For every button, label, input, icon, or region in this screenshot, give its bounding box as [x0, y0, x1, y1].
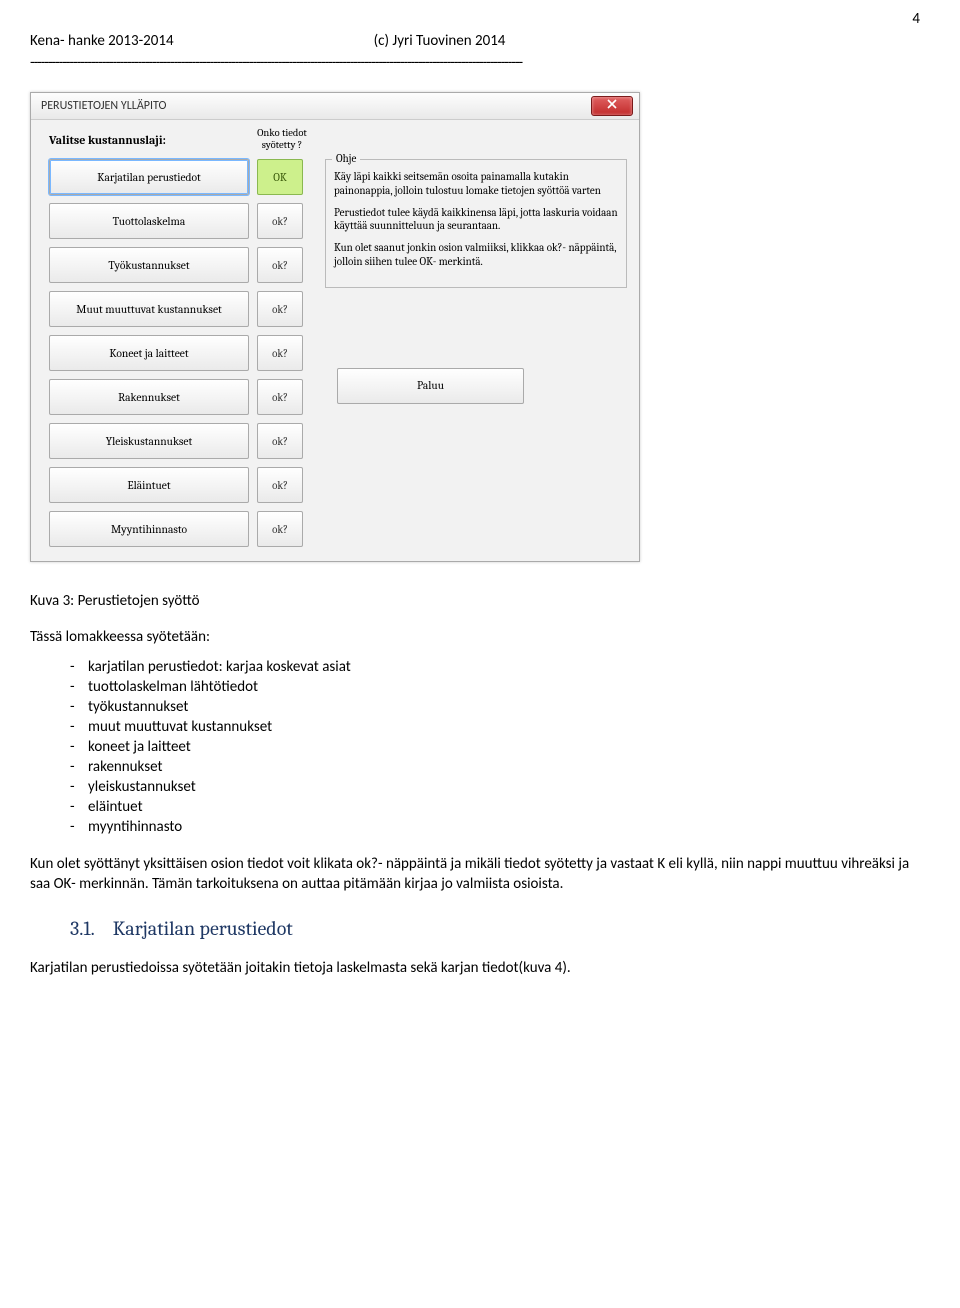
status-button[interactable]: ok? [257, 379, 303, 415]
status-button[interactable]: ok? [257, 247, 303, 283]
status-button[interactable]: ok? [257, 335, 303, 371]
status-button[interactable]: ok? [257, 291, 303, 327]
header-left: Kena- hanke 2013-2014 [30, 32, 174, 50]
category-button[interactable]: Koneet ja laitteet [49, 335, 249, 371]
return-button[interactable]: Paluu [337, 368, 524, 404]
list-item: työkustannukset [70, 698, 930, 716]
help-p2: Perustiedot tulee käydä kaikkinensa läpi… [334, 206, 618, 234]
list-item: tuottolaskelman lähtötiedot [70, 678, 930, 696]
section-heading: 3.1. Karjatilan perustiedot [70, 917, 930, 940]
category-button[interactable]: Eläintuet [49, 467, 249, 503]
list-item: koneet ja laitteet [70, 738, 930, 756]
help-box: Ohje Käy läpi kaikki seitsemän osoita pa… [325, 159, 627, 288]
category-button[interactable]: Työkustannukset [49, 247, 249, 283]
list-item: yleiskustannukset [70, 778, 930, 796]
help-p1: Käy läpi kaikki seitsemän osoita painama… [334, 170, 618, 198]
help-p3: Kun olet saanut jonkin osion valmiiksi, … [334, 241, 618, 269]
category-button[interactable]: Yleiskustannukset [49, 423, 249, 459]
close-button[interactable] [591, 96, 633, 116]
list-item: muut muuttuvat kustannukset [70, 718, 930, 736]
heading-text: Karjatilan perustiedot [113, 917, 293, 940]
window-titlebar: PERUSTIETOJEN YLLÄPITO [31, 93, 639, 120]
status-button[interactable]: ok? [257, 467, 303, 503]
feature-list: karjatilan perustiedot: karjaa koskevat … [70, 658, 930, 836]
window-title: PERUSTIETOJEN YLLÄPITO [41, 99, 166, 113]
category-button[interactable]: Tuottolaskelma [49, 203, 249, 239]
header-right: (c) Jyri Tuovinen 2014 [374, 32, 506, 50]
status-button[interactable]: ok? [257, 203, 303, 239]
category-button[interactable]: Rakennukset [49, 379, 249, 415]
heading-number: 3.1. [70, 917, 95, 940]
paragraph-1: Kun olet syöttänyt yksittäisen osion tie… [30, 854, 930, 895]
status-button[interactable]: OK [257, 159, 303, 195]
page-number: 4 [30, 10, 920, 28]
section-label: Valitse kustannuslaji: [49, 133, 249, 147]
category-button[interactable]: Muut muuttuvat kustannukset [49, 291, 249, 327]
list-item: karjatilan perustiedot: karjaa koskevat … [70, 658, 930, 676]
paragraph-2: Karjatilan perustiedoissa syötetään joit… [30, 958, 930, 978]
close-icon [607, 99, 617, 113]
category-button[interactable]: Myyntihinnasto [49, 511, 249, 547]
app-window: PERUSTIETOJEN YLLÄPITO Valitse kustannus… [30, 92, 640, 562]
header-separator: ----------------------------------------… [30, 54, 930, 72]
list-item: rakennukset [70, 758, 930, 776]
help-legend: Ohje [332, 152, 360, 166]
figure-caption: Kuva 3: Perustietojen syöttö [30, 592, 930, 610]
list-item: eläintuet [70, 798, 930, 816]
page-header: Kena- hanke 2013-2014 (c) Jyri Tuovinen … [30, 32, 930, 50]
status-column-header: Onko tiedot syötetty ? [257, 128, 307, 151]
category-button[interactable]: Karjatilan perustiedot [49, 159, 249, 195]
list-item: myyntihinnasto [70, 818, 930, 836]
status-button[interactable]: ok? [257, 423, 303, 459]
subheading: Tässä lomakkeessa syötetään: [30, 628, 930, 646]
status-button[interactable]: ok? [257, 511, 303, 547]
